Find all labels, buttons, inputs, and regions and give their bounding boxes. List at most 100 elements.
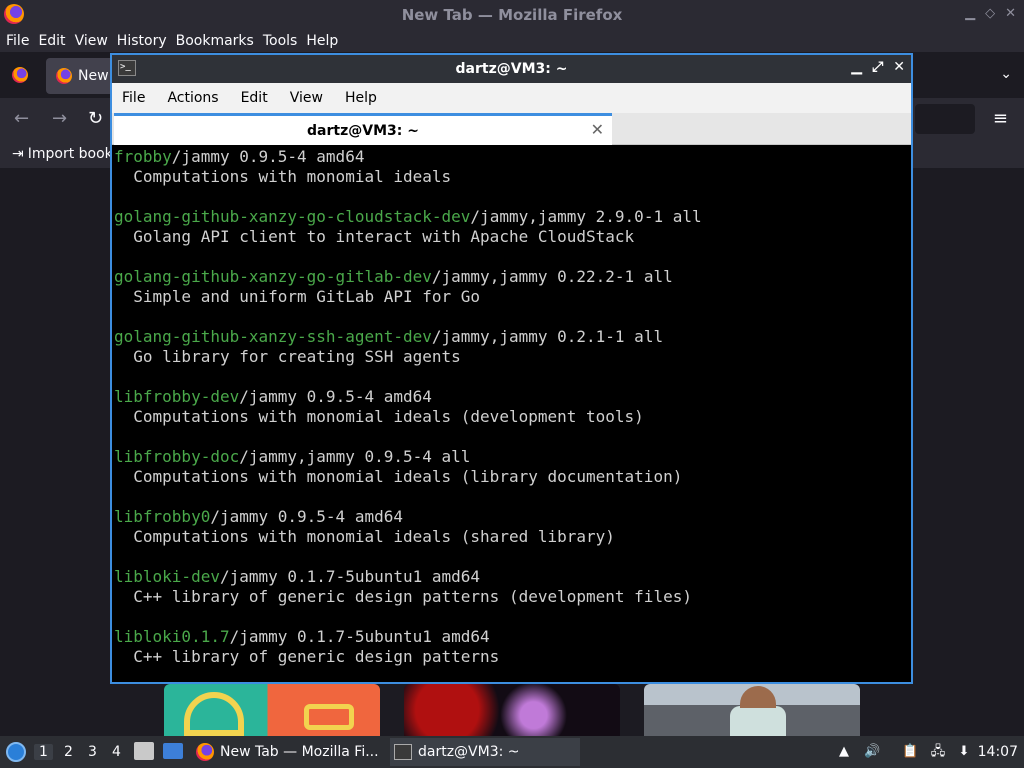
list-all-tabs-chevron-icon[interactable]: ⌄ <box>1000 66 1012 82</box>
start-menu-icon[interactable] <box>6 742 26 762</box>
terminal-line: Go library for creating SSH agents <box>114 347 909 367</box>
clock[interactable]: 14:07 <box>978 744 1018 760</box>
terminal-line: Simple and uniform GitLab API for Go <box>114 287 909 307</box>
update-notifier-icon[interactable]: ⬇ <box>956 744 972 760</box>
taskbar-task-terminal[interactable]: dartz@VM3: ~ <box>390 738 580 766</box>
package-name: libloki-dev <box>114 567 220 586</box>
workspace-2[interactable]: 2 <box>64 744 73 760</box>
new-tab-thumbnail-2[interactable] <box>404 684 620 736</box>
scroll-up-icon[interactable]: ▲ <box>836 744 852 760</box>
terminal-line: Computations with monomial ideals <box>114 167 909 187</box>
forward-arrow-icon[interactable]: → <box>52 108 67 129</box>
line-text: Computations with monomial ideals (share… <box>114 527 615 546</box>
hamburger-menu-icon[interactable]: ≡ <box>993 108 1008 129</box>
close-icon[interactable]: ✕ <box>893 59 905 75</box>
line-text: /jammy,jammy 0.22.2-1 all <box>431 267 673 286</box>
terminal-tab-label: dartz@VM3: ~ <box>307 122 419 139</box>
terminal-line: C++ library of generic design patterns (… <box>114 587 909 607</box>
terminal-menu-view[interactable]: View <box>290 90 323 106</box>
maximize-icon[interactable]: ⤢ <box>872 59 883 75</box>
firefox-menu-bookmarks[interactable]: Bookmarks <box>176 33 254 49</box>
firefox-menubar: File Edit View History Bookmarks Tools H… <box>0 30 1024 52</box>
firefox-menu-edit[interactable]: Edit <box>38 33 65 49</box>
show-desktop-icon[interactable] <box>163 743 183 759</box>
close-icon[interactable]: ✕ <box>1005 6 1016 21</box>
terminal-app-icon: >_ <box>118 60 136 76</box>
line-text: /jammy,jammy 2.9.0-1 all <box>470 207 702 226</box>
firefox-menu-tools[interactable]: Tools <box>263 33 298 49</box>
workspace-4[interactable]: 4 <box>112 744 121 760</box>
terminal-output[interactable]: frobby/jammy 0.9.5-4 amd64 Computations … <box>112 147 911 682</box>
firefox-titlebar: New Tab — Mozilla Firefox ▁ ◇ ✕ <box>0 0 1024 30</box>
minimize-icon[interactable]: ▁ <box>851 59 862 75</box>
package-name: golang-github-xanzy-go-gitlab-dev <box>114 267 432 286</box>
terminal-window[interactable]: >_ dartz@VM3: ~ ▁ ⤢ ✕ File Actions Edit … <box>110 53 913 684</box>
firefox-menu-help[interactable]: Help <box>306 33 338 49</box>
terminal-line: frobby/jammy 0.9.5-4 amd64 <box>114 147 909 167</box>
package-name: libfrobby0 <box>114 507 211 526</box>
package-name: libfrobby-dev <box>114 387 240 406</box>
package-name: golang-github-xanzy-go-cloudstack-dev <box>114 207 471 226</box>
file-manager-icon[interactable] <box>134 742 154 760</box>
line-text: /jammy,jammy 0.2.1-1 all <box>431 327 664 346</box>
terminal-window-controls: ▁ ⤢ ✕ <box>851 59 905 75</box>
close-tab-icon[interactable]: ✕ <box>591 120 604 139</box>
back-arrow-icon[interactable]: ← <box>14 108 29 129</box>
firefox-menu-history[interactable]: History <box>117 33 167 49</box>
firefox-view-icon[interactable] <box>12 67 28 83</box>
terminal-line: libfrobby-dev/jammy 0.9.5-4 amd64 <box>114 387 909 407</box>
terminal-menu-help[interactable]: Help <box>345 90 377 106</box>
line-text: C++ library of generic design patterns <box>114 647 500 666</box>
new-tab-thumbnail-3[interactable] <box>644 684 860 736</box>
line-text: /jammy 0.9.5-4 amd64 <box>239 387 432 406</box>
reload-icon[interactable]: ↻ <box>88 108 103 129</box>
thumbnail-illustration <box>184 692 244 736</box>
firefox-menu-view[interactable]: View <box>75 33 108 49</box>
terminal-line: Computations with monomial ideals (devel… <box>114 407 909 427</box>
terminal-line: golang-github-xanzy-go-gitlab-dev/jammy,… <box>114 267 909 287</box>
thumbnail-illustration <box>304 704 354 730</box>
workspace-1[interactable]: 1 <box>34 744 53 760</box>
thumbnail-person-head <box>740 686 776 708</box>
taskbar-task-firefox[interactable]: New Tab — Mozilla Fi... <box>192 738 384 766</box>
terminal-menu-actions[interactable]: Actions <box>167 90 218 106</box>
firefox-icon <box>4 4 24 24</box>
workspace-3[interactable]: 3 <box>88 744 97 760</box>
terminal-line: golang-github-xanzy-ssh-agent-dev/jammy,… <box>114 327 909 347</box>
terminal-menu-file[interactable]: File <box>122 90 145 106</box>
taskbar: 1 2 3 4 New Tab — Mozilla Fi... dartz@VM… <box>0 736 1024 768</box>
minimize-icon[interactable]: ▁ <box>965 6 975 21</box>
volume-icon[interactable]: 🔊 <box>864 744 880 760</box>
line-text: /jammy 0.1.7-5ubuntu1 amd64 <box>229 627 490 646</box>
line-text: Computations with monomial ideals <box>114 167 452 186</box>
import-bookmarks-link[interactable]: Import book <box>28 146 113 162</box>
terminal-tab[interactable]: dartz@VM3: ~ ✕ <box>114 113 612 145</box>
terminal-menubar: File Actions Edit View Help <box>112 83 911 113</box>
maximize-icon[interactable]: ◇ <box>985 6 995 21</box>
line-text: C++ library of generic design patterns (… <box>114 587 692 606</box>
network-icon[interactable]: 🖧 <box>930 744 946 760</box>
terminal-line: Golang API client to interact with Apach… <box>114 227 909 247</box>
firefox-menu-file[interactable]: File <box>6 33 29 49</box>
import-bookmarks-icon: ⇥ <box>12 146 24 162</box>
firefox-url-bar[interactable] <box>915 104 975 134</box>
terminal-titlebar[interactable]: >_ dartz@VM3: ~ ▁ ⤢ ✕ <box>112 55 911 83</box>
package-name: libloki0.1.7 <box>114 627 230 646</box>
firefox-icon <box>196 743 214 761</box>
line-text: /jammy 0.1.7-5ubuntu1 amd64 <box>219 567 481 586</box>
line-text: Go library for creating SSH agents <box>114 347 461 366</box>
terminal-line: Computations with monomial ideals (share… <box>114 527 909 547</box>
line-text: /jammy,jammy 0.9.5-4 all <box>239 447 471 466</box>
new-tab-thumbnail-1[interactable] <box>164 684 380 736</box>
terminal-icon <box>394 744 412 760</box>
package-name: frobby <box>114 147 172 166</box>
terminal-menu-edit[interactable]: Edit <box>241 90 268 106</box>
terminal-window-title: dartz@VM3: ~ <box>455 61 568 77</box>
terminal-line: C++ library of generic design patterns <box>114 647 909 667</box>
clipboard-icon[interactable]: 📋 <box>902 744 918 760</box>
